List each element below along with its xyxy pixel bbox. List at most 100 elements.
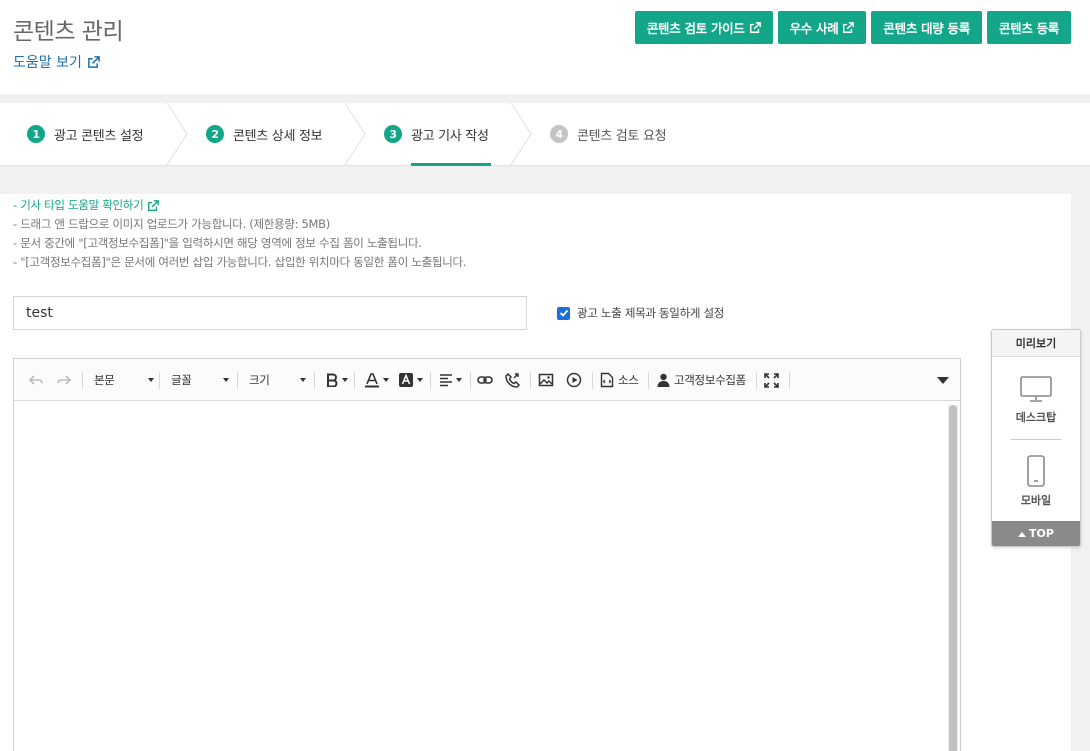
chevron-down-icon [148,378,154,382]
guide-link-label: - 기사 타입 도움말 확인하기 [13,198,144,212]
page-header: 콘텐츠 관리 도움말 보기 콘텐츠 검토 가이드 우수 사례 콘텐츠 대량 등록… [0,0,1090,94]
best-cases-label: 우수 사례 [789,21,839,36]
external-link-icon [843,21,855,33]
fullscreen-icon [764,372,779,388]
note-line: - "[고객정보수집폼]"은 문서에 여러번 삽입 가능합니다. 삽입한 위치마… [13,255,467,269]
rich-text-editor: 본문 글꼴 크기 소스 고객정보수집폼 [13,358,961,751]
step-label: 광고 기사 작성 [411,128,489,144]
step-divider [344,103,366,165]
step-label: 콘텐츠 검토 요청 [577,128,667,144]
review-guide-button[interactable]: 콘텐츠 검토 가이드 [634,11,773,44]
undo-button[interactable] [28,359,44,401]
notes: - 기사 타입 도움말 확인하기 - 드래그 앤 드랍으로 이미지 업로드가 가… [13,196,466,272]
phone-icon [505,372,521,388]
background-color-button[interactable] [398,359,423,401]
register-label: 콘텐츠 등록 [998,21,1059,36]
step-number: 4 [550,125,568,143]
customer-form-label: 고객정보수집폼 [674,373,746,387]
preview-desktop-button[interactable]: 데스크탑 [992,375,1080,425]
best-cases-button[interactable]: 우수 사례 [777,11,867,44]
preview-panel: 미리보기 데스크탑 모바일 TOP [991,329,1081,547]
font-label: 글꼴 [171,373,192,387]
article-type-guide-link[interactable]: - 기사 타입 도움말 확인하기 [13,196,466,215]
size-dropdown[interactable]: 크기 [249,359,306,401]
article-title-input[interactable] [13,296,527,330]
caret-up-icon [1018,531,1027,537]
more-tools-button[interactable] [936,359,950,401]
preview-title: 미리보기 [992,330,1080,357]
chevron-down-icon [417,378,423,382]
bold-icon [327,373,338,387]
chevron-down-icon [300,378,306,382]
paragraph-dropdown[interactable]: 본문 [94,359,154,401]
preview-mobile-label: 모바일 [1020,494,1052,507]
step-number: 3 [384,125,402,143]
step-number: 2 [206,125,224,143]
review-guide-label: 콘텐츠 검토 가이드 [646,21,745,36]
caret-down-icon [937,377,949,384]
phone-button[interactable] [505,359,521,401]
same-title-checkbox[interactable] [557,306,570,320]
redo-icon [57,375,72,385]
preview-desktop-label: 데스크탑 [1015,411,1057,424]
fullscreen-button[interactable] [764,359,779,401]
bulk-register-label: 콘텐츠 대량 등록 [883,21,970,36]
redo-button[interactable] [56,359,72,401]
step-number: 1 [27,125,45,143]
step-divider [166,103,188,165]
step-1[interactable]: 1 광고 콘텐츠 설정 [27,103,144,165]
customer-form-button[interactable]: 고객정보수집폼 [657,359,746,401]
chevron-down-icon [223,378,229,382]
font-color-icon [365,373,379,388]
step-3[interactable]: 3 광고 기사 작성 [384,103,491,166]
scrollbar-thumb[interactable] [949,405,957,751]
preview-mobile-button[interactable]: 모바일 [992,455,1080,508]
image-icon [538,373,554,387]
register-button[interactable]: 콘텐츠 등록 [986,11,1071,44]
user-icon [657,373,670,387]
play-circle-icon [566,372,582,388]
scroll-top-label: TOP [1029,527,1054,540]
bold-button[interactable] [325,359,348,401]
step-label: 광고 콘텐츠 설정 [54,128,144,144]
align-left-icon [440,374,452,387]
font-color-button[interactable] [364,359,389,401]
help-link[interactable]: 도움말 보기 [13,52,100,72]
mobile-icon [1027,455,1045,487]
scroll-top-button[interactable]: TOP [992,521,1080,546]
same-title-checkbox-row[interactable]: 광고 노출 제목과 동일하게 설정 [557,305,724,321]
editor-content-area[interactable] [14,401,960,751]
help-link-label: 도움말 보기 [13,55,82,71]
step-2[interactable]: 2 콘텐츠 상세 정보 [206,103,323,165]
step-divider [510,103,532,165]
same-title-label: 광고 노출 제목과 동일하게 설정 [577,306,725,320]
source-label: 소스 [618,373,639,387]
bulk-register-button[interactable]: 콘텐츠 대량 등록 [871,11,982,44]
external-link-icon [87,55,100,68]
size-label: 크기 [249,373,270,387]
editor-toolbar: 본문 글꼴 크기 소스 고객정보수집폼 [14,359,960,401]
paragraph-label: 본문 [94,373,115,387]
font-dropdown[interactable]: 글꼴 [171,359,229,401]
external-link-icon [749,21,761,33]
step-progress: 1 광고 콘텐츠 설정 2 콘텐츠 상세 정보 3 광고 기사 작성 4 콘텐츠… [0,103,1090,166]
image-button[interactable] [538,359,554,401]
source-code-icon [600,372,614,388]
link-icon [477,376,493,384]
desktop-icon [1020,376,1052,402]
external-link-icon [148,199,160,211]
video-button[interactable] [566,359,582,401]
article-panel: - 기사 타입 도움말 확인하기 - 드래그 앤 드랍으로 이미지 업로드가 가… [0,194,1071,751]
preview-divider [1011,439,1061,440]
chevron-down-icon [383,378,389,382]
source-button[interactable]: 소스 [600,359,639,401]
note-line: - 문서 중간에 "[고객정보수집폼]"을 입력하시면 해당 영역에 정보 수집… [13,236,422,250]
link-button[interactable] [477,359,493,401]
background-color-icon [399,373,413,387]
step-label: 콘텐츠 상세 정보 [233,128,323,144]
align-button[interactable] [439,359,462,401]
chevron-down-icon [342,378,348,382]
step-4[interactable]: 4 콘텐츠 검토 요청 [550,103,667,165]
note-line: - 드래그 앤 드랍으로 이미지 업로드가 가능합니다. (제한용량: 5MB) [13,217,330,231]
chevron-down-icon [456,378,462,382]
